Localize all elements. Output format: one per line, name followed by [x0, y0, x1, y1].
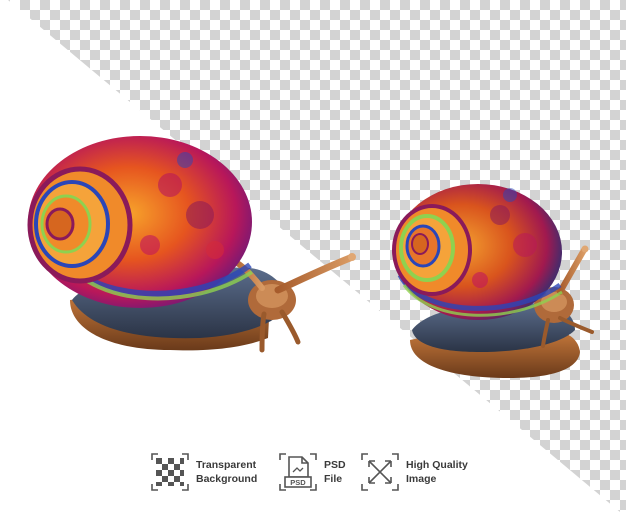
high-quality-arrows-icon [361, 453, 399, 491]
badge-label: PSD File [324, 459, 346, 485]
badge-psd-file: PSD PSD File [278, 450, 358, 494]
feature-badges: Transparent Background PSD PSD File High… [150, 450, 490, 494]
badge-transparent-background: Transparent Background [150, 450, 270, 494]
snail-photo [0, 0, 626, 517]
badge-label: Transparent Background [196, 459, 258, 485]
psd-file-icon: PSD [279, 453, 317, 491]
badge-label: High Quality Image [406, 459, 468, 485]
badge-high-quality-image: High Quality Image [360, 450, 490, 494]
transparent-grid-icon [151, 453, 189, 491]
psd-tag: PSD [290, 478, 306, 487]
